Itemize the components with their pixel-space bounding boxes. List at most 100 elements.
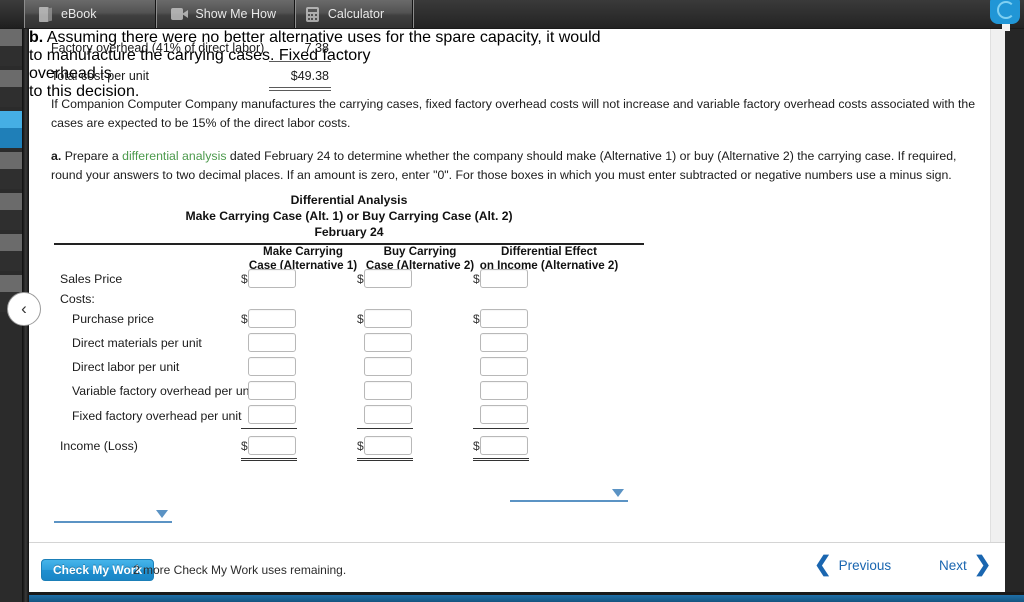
sidebar-band-7[interactable] <box>0 169 22 189</box>
input-fixed-overhead-diff[interactable] <box>480 405 528 424</box>
dollar-sign: $ <box>241 312 248 326</box>
input-direct-materials-make[interactable] <box>248 333 296 352</box>
dollar-sign: $ <box>357 272 364 286</box>
table-title-line3: February 24 <box>314 225 384 239</box>
dollar-sign: $ <box>473 312 480 326</box>
tab-ebook[interactable]: eBook <box>24 0 156 28</box>
dollar-sign: $ <box>241 439 248 453</box>
sidebar-band-4[interactable] <box>0 111 22 128</box>
row-label-direct-materials: Direct materials per unit <box>72 336 202 350</box>
input-variable-overhead-diff[interactable] <box>480 381 528 400</box>
input-direct-labor-make[interactable] <box>248 357 296 376</box>
input-direct-materials-diff[interactable] <box>480 333 528 352</box>
sidebar-band-2[interactable] <box>0 70 22 87</box>
column-header-diff-line1: Differential Effect <box>501 245 597 258</box>
question-page: Factory overhead (41% of direct labor) 7… <box>29 29 1005 602</box>
input-direct-labor-buy[interactable] <box>364 357 412 376</box>
previous-button[interactable]: ❮ Previous <box>814 553 892 576</box>
input-purchase-price-make[interactable] <box>248 309 296 328</box>
sidebar-band-6[interactable] <box>0 152 22 169</box>
part-a-text-before: Prepare a <box>64 149 123 163</box>
differential-analysis-table: Differential Analysis Make Carrying Case… <box>54 192 644 245</box>
column-header-differential: Differential Effect on Income (Alternati… <box>471 245 627 272</box>
input-income-loss-make[interactable] <box>248 436 296 455</box>
input-purchase-price-diff[interactable] <box>480 309 528 328</box>
input-fixed-overhead-make[interactable] <box>248 405 296 424</box>
part-a-marker: a. <box>51 149 62 163</box>
total-rule-make <box>241 458 297 461</box>
column-header-buy: Buy Carrying Case (Alternative 2) <box>354 245 486 272</box>
sidebar-collapse-button[interactable]: ‹ <box>7 292 41 326</box>
overhead-underline <box>269 61 331 62</box>
total-rule-buy <box>357 458 413 461</box>
previous-label: Previous <box>838 557 892 573</box>
next-label: Next <box>939 557 967 573</box>
input-direct-labor-diff[interactable] <box>480 357 528 376</box>
subtotal-rule-buy <box>357 428 413 429</box>
next-button[interactable]: Next ❯ <box>939 554 991 575</box>
dropdown-fixed-overhead-relevance[interactable] <box>54 506 172 523</box>
sidebar-band-1[interactable] <box>0 46 22 66</box>
row-label-fixed-overhead: Fixed factory overhead per unit <box>72 409 242 423</box>
input-income-loss-diff[interactable] <box>480 436 528 455</box>
intro-paragraph: If Companion Computer Company manufactur… <box>51 97 976 130</box>
tab-bar-left-gap <box>0 0 24 28</box>
row-label-sales-price: Sales Price <box>60 272 123 286</box>
input-fixed-overhead-buy[interactable] <box>364 405 412 424</box>
part-b-marker: b. <box>29 29 44 46</box>
dollar-sign: $ <box>357 312 364 326</box>
sidebar-band-5[interactable] <box>0 128 22 148</box>
help-chat-icon[interactable] <box>990 0 1020 24</box>
vertical-scrollbar[interactable] <box>990 29 1005 602</box>
dollar-sign: $ <box>473 272 480 286</box>
differential-analysis-link[interactable]: differential analysis <box>122 149 226 163</box>
bottom-accent-bar <box>0 595 1024 602</box>
row-label-variable-overhead: Variable factory overhead per unit <box>72 384 256 398</box>
row-label-income-loss: Income (Loss) <box>60 439 138 453</box>
sidebar-band-8[interactable] <box>0 193 22 210</box>
row-label-direct-labor: Direct labor per unit <box>72 360 180 374</box>
input-variable-overhead-buy[interactable] <box>364 381 412 400</box>
sidebar-band-12[interactable] <box>0 275 22 292</box>
input-direct-materials-buy[interactable] <box>364 333 412 352</box>
column-header-make: Make Carrying Case (Alternative 1) <box>237 245 369 272</box>
chevron-left-icon: ❮ <box>814 553 832 576</box>
input-sales-price-make[interactable] <box>248 269 296 288</box>
sidebar-band-0[interactable] <box>0 29 22 46</box>
input-sales-price-diff[interactable] <box>480 269 528 288</box>
table-title-line1: Differential Analysis <box>290 193 408 207</box>
sidebar-band-11[interactable] <box>0 251 22 271</box>
factory-overhead-label: Factory overhead (41% of direct labor) <box>51 41 265 55</box>
video-icon <box>171 8 189 20</box>
sidebar-band-10[interactable] <box>0 234 22 251</box>
total-cost-double-underline <box>269 87 331 91</box>
dollar-sign: $ <box>357 439 364 453</box>
book-icon <box>39 6 52 22</box>
table-title-line2: Make Carrying Case (Alt. 1) or Buy Carry… <box>185 209 513 223</box>
page-content: Factory overhead (41% of direct labor) 7… <box>29 29 990 542</box>
total-rule-diff <box>473 458 529 461</box>
input-purchase-price-buy[interactable] <box>364 309 412 328</box>
subtotal-rule-diff <box>473 428 529 429</box>
input-income-loss-buy[interactable] <box>364 436 412 455</box>
tab-bar: eBook Show Me How Calculator <box>0 0 1024 29</box>
tab-calculator[interactable]: Calculator <box>295 0 413 28</box>
column-header-buy-line1: Buy Carrying <box>383 245 457 258</box>
dropdown-would-decision[interactable] <box>510 485 628 502</box>
input-variable-overhead-make[interactable] <box>248 381 296 400</box>
check-my-work-uses-remaining: 2 more Check My Work uses remaining. <box>133 563 347 577</box>
sidebar-band-9[interactable] <box>0 210 22 230</box>
subtotal-rule-make <box>241 428 297 429</box>
dollar-sign: $ <box>241 272 248 286</box>
tab-calculator-label: Calculator <box>327 7 385 21</box>
dollar-sign: $ <box>473 439 480 453</box>
tab-bar-filler <box>413 0 1024 28</box>
sidebar-band-3[interactable] <box>0 87 22 107</box>
right-window-edge <box>1005 29 1024 602</box>
total-cost-label: Total cost per unit <box>51 69 149 83</box>
factory-overhead-value: 7.38 <box>304 41 329 55</box>
tab-show-me-how[interactable]: Show Me How <box>156 0 295 28</box>
tab-show-me-how-label: Show Me How <box>195 7 276 21</box>
input-sales-price-buy[interactable] <box>364 269 412 288</box>
total-cost-value: $49.38 <box>290 69 329 83</box>
